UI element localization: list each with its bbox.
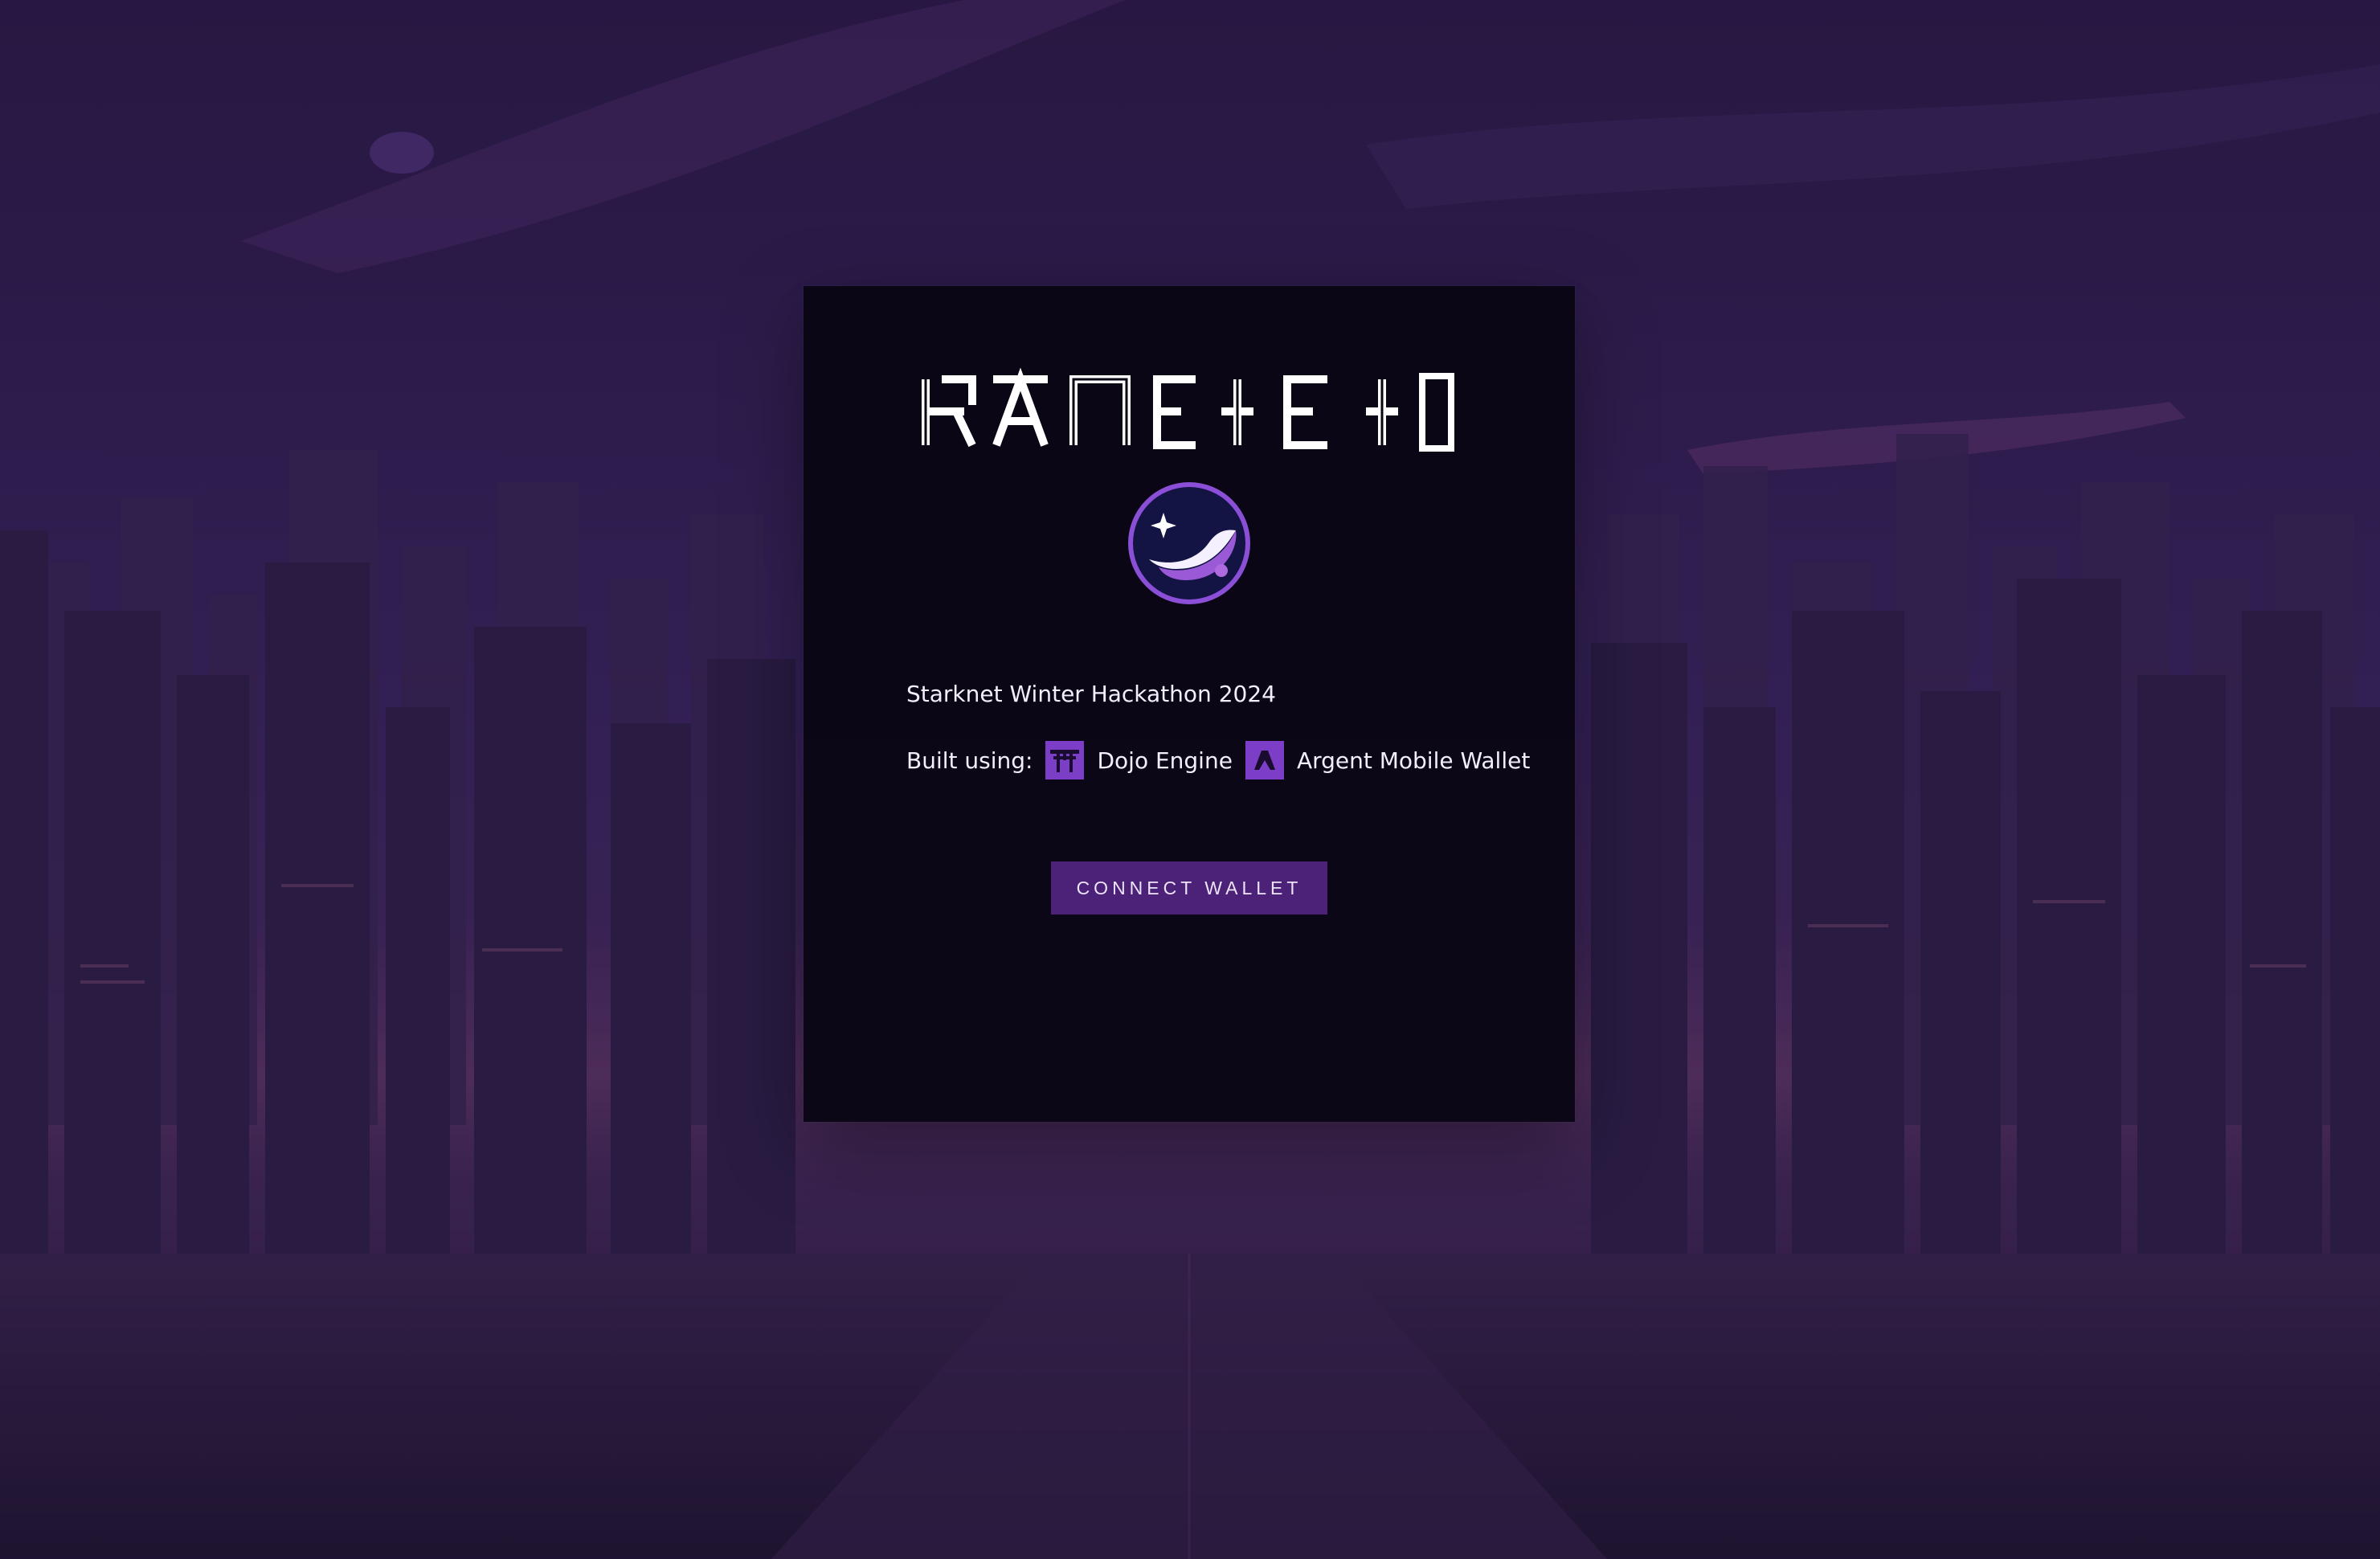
tech-dojo-engine-label: Dojo Engine — [1097, 747, 1233, 774]
connect-wallet-button[interactable]: CONNECT WALLET — [1051, 861, 1327, 915]
tech-argent-wallet: Argent Mobile Wallet — [1245, 741, 1530, 780]
tech-dojo-engine: Dojo Engine — [1045, 741, 1233, 780]
kanjiji-logo-icon — [922, 367, 1454, 452]
starknet-logo-icon — [1128, 482, 1250, 604]
project-info: Starknet Winter Hackathon 2024 Built usi… — [906, 673, 1543, 781]
connect-wrapper: CONNECT WALLET — [804, 861, 1575, 915]
kanjiji-logo — [804, 365, 1575, 461]
built-using-row: Built using: Dojo Engine Argent Mobile W… — [906, 739, 1543, 781]
built-using-label: Built using: — [906, 747, 1033, 774]
argent-logo-icon — [1245, 741, 1284, 780]
starknet-badge — [804, 479, 1575, 608]
hackathon-subtitle: Starknet Winter Hackathon 2024 — [906, 681, 1276, 707]
connect-card: Starknet Winter Hackathon 2024 Built usi… — [804, 286, 1575, 1122]
torii-gate-icon — [1045, 741, 1085, 780]
tech-argent-wallet-label: Argent Mobile Wallet — [1296, 747, 1531, 774]
